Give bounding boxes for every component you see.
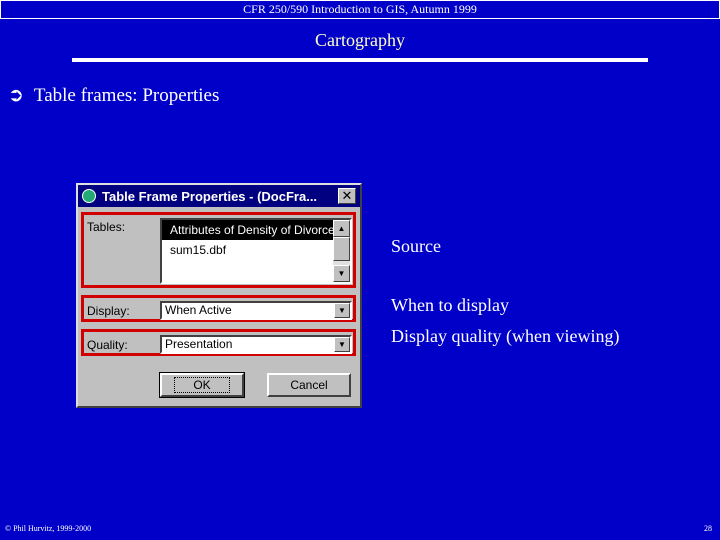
- scroll-down-icon[interactable]: ▼: [333, 265, 350, 282]
- list-item-selected[interactable]: Attributes of Density of Divorce: [162, 220, 334, 240]
- tables-label: Tables:: [87, 220, 126, 234]
- quality-select[interactable]: Presentation ▼: [160, 335, 352, 354]
- close-button[interactable]: ✕: [338, 188, 356, 204]
- slide-header: CFR 250/590 Introduction to GIS, Autumn …: [0, 0, 720, 19]
- ok-label: OK: [174, 377, 230, 393]
- dialog-titlebar[interactable]: Table Frame Properties - (DocFra...: [78, 185, 360, 207]
- quality-value: Presentation: [165, 337, 233, 351]
- ok-button[interactable]: OK: [159, 372, 245, 398]
- chevron-down-icon[interactable]: ▼: [334, 303, 350, 318]
- display-select[interactable]: When Active ▼: [160, 301, 352, 320]
- cancel-button[interactable]: Cancel: [267, 373, 351, 397]
- arrow-bullet-icon: ➲: [8, 85, 24, 106]
- title-rule: [72, 58, 648, 62]
- chevron-down-icon[interactable]: ▼: [334, 337, 350, 352]
- app-globe-icon: [82, 189, 96, 203]
- display-value: When Active: [165, 303, 232, 317]
- quality-label: Quality:: [87, 338, 128, 352]
- scroll-thumb[interactable]: [333, 237, 350, 261]
- slide-title: Cartography: [315, 30, 405, 50]
- display-label: Display:: [87, 304, 130, 318]
- list-item[interactable]: sum15.dbf: [162, 240, 350, 260]
- page-number: 28: [704, 524, 712, 533]
- note-quality: Display quality (when viewing): [391, 326, 620, 346]
- note-source: Source: [391, 236, 441, 256]
- tables-list[interactable]: Attributes of Density of Divorce sum15.d…: [160, 218, 352, 284]
- footer-copyright: © Phil Hurvitz, 1999-2000: [5, 524, 92, 533]
- note-display: When to display: [391, 295, 509, 315]
- scrollbar[interactable]: ▲ ▼: [333, 220, 350, 282]
- table-frame-properties-dialog: Table Frame Properties - (DocFra... ✕ Ta…: [76, 183, 362, 408]
- dialog-title: Table Frame Properties - (DocFra...: [102, 188, 318, 204]
- scroll-up-icon[interactable]: ▲: [333, 220, 350, 237]
- bullet-text: Table frames: Properties: [33, 85, 220, 106]
- bullet: ➲ Table frames: Properties: [8, 84, 229, 107]
